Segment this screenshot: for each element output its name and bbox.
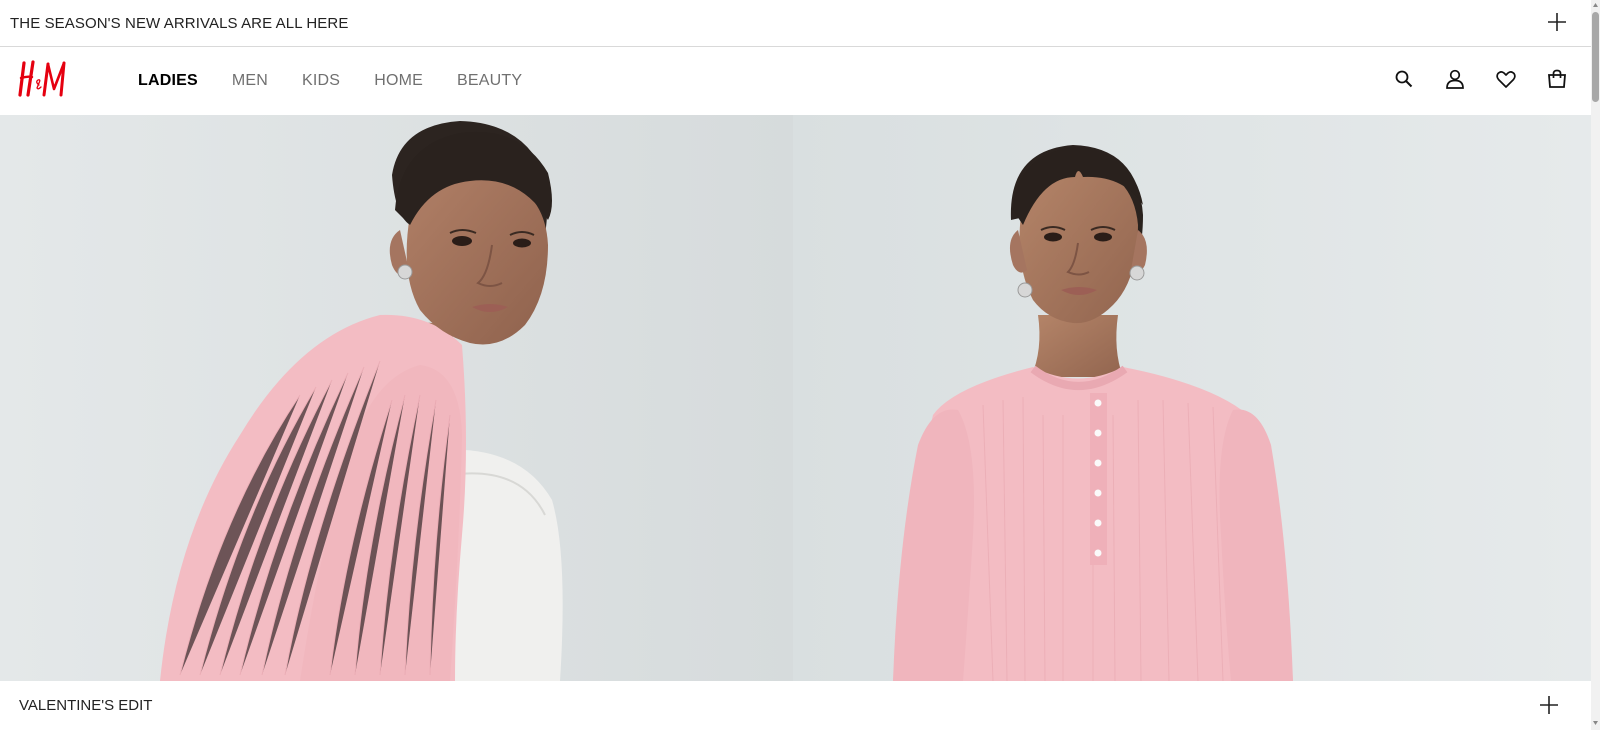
nav-item-kids[interactable]: KIDS: [302, 72, 340, 90]
page-scrollbar[interactable]: [1591, 0, 1600, 730]
nav-item-men[interactable]: MEN: [232, 72, 268, 90]
hero-image-left[interactable]: [0, 115, 793, 681]
category-menu: LADIES MEN KIDS HOME BEAUTY: [138, 47, 556, 115]
account-icon[interactable]: [1443, 67, 1467, 91]
scroll-up-arrow-icon[interactable]: [1592, 0, 1599, 10]
nav-item-ladies[interactable]: LADIES: [138, 72, 198, 90]
hero-image-right[interactable]: [793, 115, 1591, 681]
header-actions: [1392, 67, 1569, 91]
plus-icon[interactable]: [1537, 693, 1561, 717]
announcement-bar[interactable]: THE SEASON'S NEW ARRIVALS ARE ALL HERE: [0, 0, 1591, 47]
hm-logo[interactable]: [18, 59, 72, 99]
announcement-text: THE SEASON'S NEW ARRIVALS ARE ALL HERE: [10, 14, 349, 32]
scroll-down-arrow-icon[interactable]: [1592, 718, 1599, 728]
plus-icon[interactable]: [1545, 10, 1569, 34]
hero-banner[interactable]: [0, 115, 1591, 681]
valentines-edit-section[interactable]: VALENTINE'S EDIT: [0, 681, 1591, 730]
nav-item-beauty[interactable]: BEAUTY: [457, 72, 522, 90]
shopping-bag-icon[interactable]: [1545, 67, 1569, 91]
search-icon[interactable]: [1392, 67, 1416, 91]
main-navigation: LADIES MEN KIDS HOME BEAUTY: [0, 47, 1591, 115]
section-title: VALENTINE'S EDIT: [19, 697, 153, 714]
nav-item-home[interactable]: HOME: [374, 72, 423, 90]
scrollbar-thumb[interactable]: [1592, 12, 1599, 102]
favorites-icon[interactable]: [1494, 67, 1518, 91]
